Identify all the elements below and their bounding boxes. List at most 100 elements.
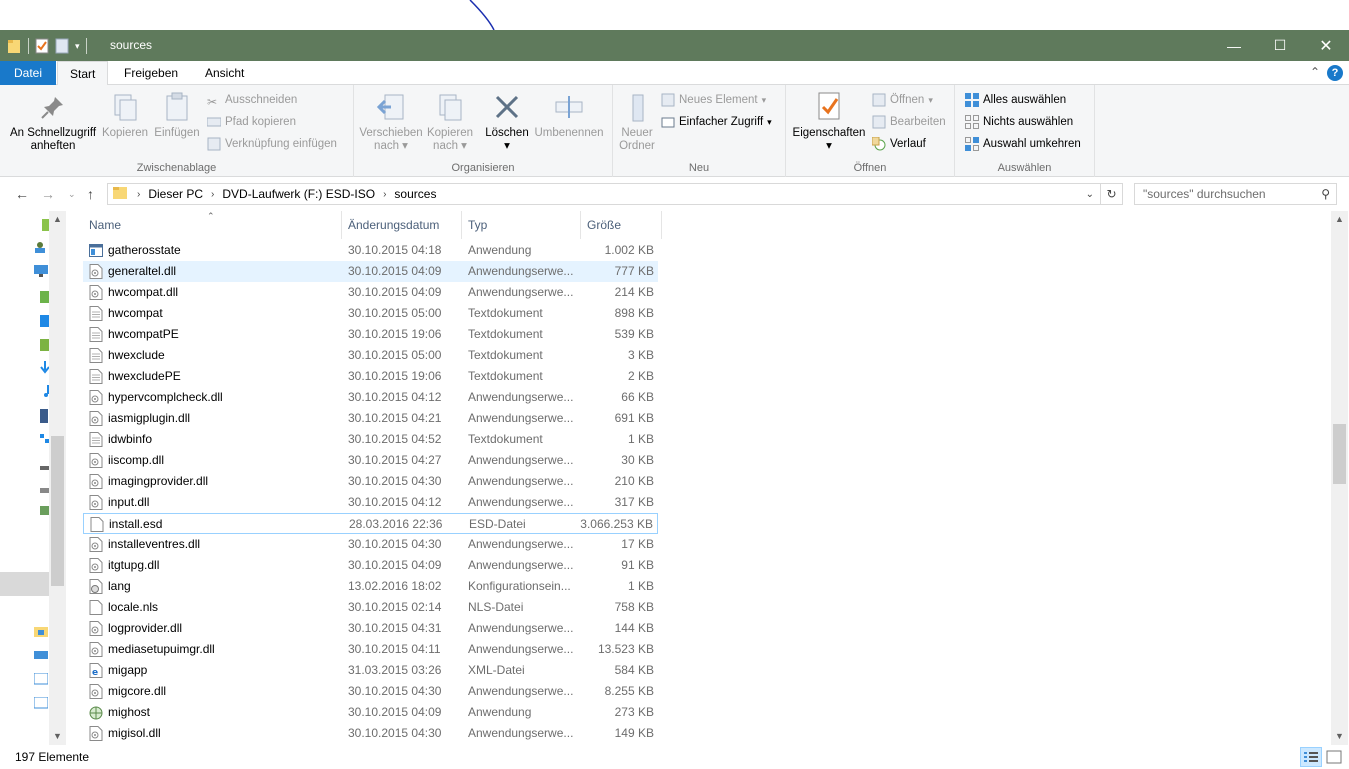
paste-shortcut-button[interactable]: Verknüpfung einfügen [207,135,337,153]
file-row[interactable]: iiscomp.dll 30.10.2015 04:27 Anwendungserw… [83,450,658,471]
nav-scroll-thumb[interactable] [51,436,64,586]
network-folder-icon[interactable] [34,625,48,637]
file-row[interactable]: logprovider.dll 30.10.2015 04:31 Anwendung… [83,618,658,639]
help-icon[interactable]: ? [1327,65,1343,81]
new-folder-icon[interactable] [55,38,69,54]
invert-selection-button[interactable]: Auswahl umkehren [965,135,1081,153]
user-icon[interactable] [34,241,46,253]
up-arrow-icon[interactable]: ↑ [87,186,94,202]
tab-start[interactable]: Start [57,61,109,86]
minimize-button[interactable]: — [1211,30,1257,61]
control-panel-icon[interactable] [33,672,49,685]
scroll-up-icon[interactable]: ▲ [1331,211,1348,228]
copy-to-button[interactable]: Kopieren nach ▾ [424,91,476,153]
group-clipboard-label: Zwischenablage [136,162,217,174]
file-row[interactable]: migcore.dll 30.10.2015 04:30 Anwendungserw… [83,681,658,702]
file-row[interactable]: lang 13.02.2016 18:02 Konfigurationsein...… [83,576,658,597]
recycle-bin-icon[interactable] [33,696,49,709]
file-row[interactable]: locale.nls 30.10.2015 02:14 NLS-Datei 758 K… [83,597,658,618]
tab-freigeben[interactable]: Freigeben [112,61,190,85]
file-name: hwexclude [108,348,165,362]
file-row[interactable]: input.dll 30.10.2015 04:12 Anwendungserwe.… [83,492,658,513]
select-none-button[interactable]: Nichts auswählen [965,113,1073,131]
file-row[interactable]: hwexclude 30.10.2015 05:00 Textdokument 3 K… [83,345,658,366]
search-input[interactable]: "sources" durchsuchen ⚲ [1134,183,1337,205]
ribbon-collapse-icon[interactable]: ⌃ [1310,65,1320,79]
file-scroll-thumb[interactable] [1333,424,1346,484]
properties-button[interactable]: Eigenschaften ▾ [790,91,868,153]
dll-icon [89,621,103,636]
recent-locations-icon[interactable]: ⌄ [68,189,76,200]
tab-datei[interactable]: Datei [0,61,56,85]
cut-button[interactable]: ✂ Ausschneiden [207,91,297,109]
address-bar[interactable]: › Dieser PC › DVD-Laufwerk (F:) ESD-ISO … [107,183,1101,205]
title-bar[interactable]: ▾ sources — ☐ ✕ [0,30,1349,61]
scroll-up-icon[interactable]: ▲ [49,211,66,228]
maximize-button[interactable]: ☐ [1257,30,1303,61]
copy-path-button[interactable]: Pfad kopieren [206,113,296,131]
nav-selected-item[interactable] [0,572,49,596]
file-row[interactable]: e migapp 31.03.2015 03:26 XML-Datei 584 KB [83,660,658,681]
file-row[interactable]: imagingprovider.dll 30.10.2015 04:30 Anwen… [83,471,658,492]
properties-icon[interactable] [35,38,49,54]
column-header-type[interactable]: Typ [462,211,581,239]
column-header-size[interactable]: Größe [581,211,662,239]
move-to-button[interactable]: Verschieben nach ▾ [358,91,424,153]
open-button[interactable]: Öffnen ▾ [872,91,933,109]
new-folder-button[interactable]: Neuer Ordner [617,91,657,153]
scroll-down-icon[interactable]: ▼ [49,728,66,745]
easy-access-button[interactable]: Einfacher Zugriff ▾ [661,113,772,131]
paste-button[interactable]: Einfügen [152,91,202,140]
pin-quick-access-button[interactable]: An Schnellzugriff anheften [6,91,100,153]
scroll-down-icon[interactable]: ▼ [1331,728,1348,745]
file-name: migcore.dll [108,684,167,698]
breadcrumb-sources[interactable]: sources [388,187,442,201]
file-row[interactable]: mediasetupuimgr.dll 30.10.2015 04:11 Anwen… [83,639,658,660]
breadcrumb-dvd-drive[interactable]: DVD-Laufwerk (F:) ESD-ISO [216,187,381,201]
file-name: hwcompat [108,306,163,320]
refresh-icon[interactable]: ↻ [1101,183,1123,205]
file-row[interactable]: install.esd 28.03.2016 22:36 ESD-Datei 3.06… [83,513,658,534]
breadcrumb-chevron-icon[interactable]: › [381,189,388,200]
file-row[interactable]: hwcompat.dll 30.10.2015 04:09 Anwendungser… [83,282,658,303]
file-row[interactable]: installeventres.dll 30.10.2015 04:30 Anwen… [83,534,658,555]
file-row[interactable]: generaltel.dll 30.10.2015 04:09 Anwendungs… [83,261,658,282]
rename-button[interactable]: Umbenennen [532,91,606,140]
file-list[interactable]: Name ⌃ Änderungsdatum Typ Größe gatheros… [67,211,1331,745]
history-button[interactable]: Verlauf [871,135,926,153]
qat-dropdown-icon[interactable]: ▾ [75,41,80,52]
tab-ansicht[interactable]: Ansicht [193,61,256,85]
file-list-scrollbar[interactable]: ▲ ▼ [1331,211,1348,745]
file-row[interactable]: gatherosstate 30.10.2015 04:18 Anwendung 1.… [83,240,658,261]
select-all-button[interactable]: Alles auswählen [965,91,1066,109]
desktop-icon[interactable] [34,265,48,277]
file-row[interactable]: migisol.dll 30.10.2015 04:30 Anwendungserw… [83,723,658,744]
file-row[interactable]: hwcompatPE 30.10.2015 19:06 Textdokument 53… [83,324,658,345]
large-icons-view-icon[interactable] [1323,747,1345,767]
paste-shortcut-label: Verknüpfung einfügen [225,138,337,150]
details-view-icon[interactable] [1300,747,1322,767]
copy-button[interactable]: Kopieren [100,91,150,140]
file-row[interactable]: mighost 30.10.2015 04:09 Anwendung 273 KB [83,702,658,723]
ribbon-tabs: Datei Start Freigeben Ansicht ⌃ ? [0,61,1349,86]
file-row[interactable]: itgtupg.dll 30.10.2015 04:09 Anwendungserw… [83,555,658,576]
file-row[interactable]: idwbinfo 30.10.2015 04:52 Textdokument 1 KB [83,429,658,450]
edit-button[interactable]: Bearbeiten [872,113,946,131]
breadcrumb-chevron-icon[interactable]: › [209,189,216,200]
network-icon[interactable] [34,649,48,661]
new-item-button[interactable]: Neues Element ▾ [661,91,766,109]
close-button[interactable]: ✕ [1303,30,1349,61]
delete-button[interactable]: Löschen ▾ [482,91,532,153]
address-dropdown-icon[interactable]: ⌄ [1086,189,1094,200]
breadcrumb-this-pc[interactable]: Dieser PC [142,187,209,201]
breadcrumb-chevron-icon[interactable]: › [135,189,142,200]
nav-scrollbar[interactable]: ▲ ▼ [49,211,66,745]
column-header-date[interactable]: Änderungsdatum [342,211,462,239]
forward-arrow-icon[interactable]: → [41,186,55,202]
file-type: NLS-Datei [468,600,524,614]
file-row[interactable]: iasmigplugin.dll 30.10.2015 04:21 Anwendun… [83,408,658,429]
file-row[interactable]: hwcompat 30.10.2015 05:00 Textdokument 898 … [83,303,658,324]
file-row[interactable]: hwexcludePE 30.10.2015 19:06 Textdokument 2… [83,366,658,387]
file-row[interactable]: hypervcomplcheck.dll 30.10.2015 04:12 Anwe… [83,387,658,408]
back-arrow-icon[interactable]: ← [15,186,29,202]
